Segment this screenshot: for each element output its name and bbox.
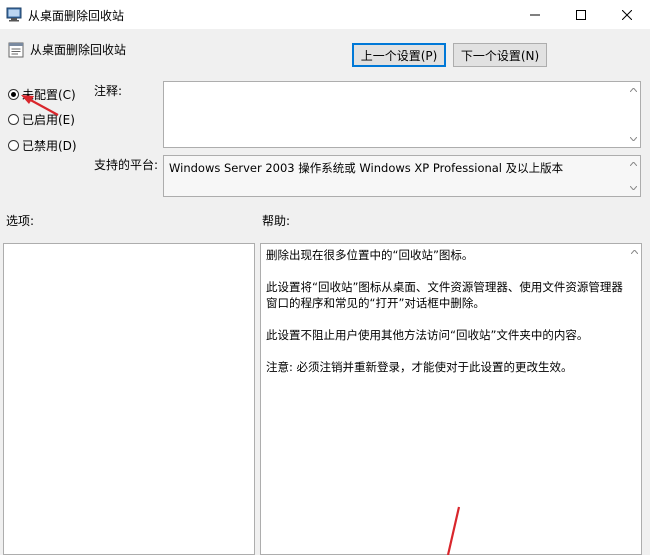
close-button[interactable] <box>604 0 650 29</box>
comment-label: 注释: <box>94 84 123 98</box>
scroll-up-icon[interactable] <box>627 245 641 259</box>
minimize-icon <box>530 14 540 15</box>
app-icon <box>6 7 22 22</box>
help-scrollbar[interactable] <box>627 244 641 554</box>
scroll-up-icon[interactable] <box>626 83 640 97</box>
options-label: 选项: <box>6 214 35 228</box>
title-bar: 从桌面删除回收站 <box>0 0 650 29</box>
scroll-down-icon[interactable] <box>626 181 640 195</box>
help-paragraph: 此设置将“回收站”图标从桌面、文件资源管理器、使用文件资源管理器窗口的程序和常见… <box>266 280 623 310</box>
help-paragraph: 此设置不阻止用户使用其他方法访问“回收站”文件夹中的内容。 <box>266 328 589 342</box>
policy-icon <box>8 42 24 58</box>
next-setting-button[interactable]: 下一个设置(N) <box>453 43 547 67</box>
help-paragraph: 删除出现在很多位置中的“回收站”图标。 <box>266 248 474 262</box>
previous-setting-button[interactable]: 上一个设置(P) <box>352 43 446 67</box>
options-pane <box>3 243 255 555</box>
radio-enabled[interactable]: 已启用(E) <box>8 111 75 128</box>
close-icon <box>622 9 632 20</box>
setting-title: 从桌面删除回收站 <box>30 43 127 57</box>
platform-value: Windows Server 2003 操作系统或 Windows XP Pro… <box>169 161 564 175</box>
radio-circle[interactable] <box>8 114 19 125</box>
comment-scrollbar[interactable] <box>626 82 640 147</box>
help-pane: 删除出现在很多位置中的“回收站”图标。 此设置将“回收站”图标从桌面、文件资源管… <box>260 243 642 555</box>
radio-not-configured[interactable]: 未配置(C) <box>8 86 76 103</box>
platform-field: Windows Server 2003 操作系统或 Windows XP Pro… <box>163 155 641 197</box>
radio-selected-dot <box>11 92 16 97</box>
window-title: 从桌面删除回收站 <box>28 9 125 23</box>
radio-disabled[interactable]: 已禁用(D) <box>8 137 77 154</box>
radio-label: 未配置(C) <box>22 88 76 102</box>
radio-circle[interactable] <box>8 140 19 151</box>
platform-scrollbar[interactable] <box>626 156 640 196</box>
maximize-button[interactable] <box>558 0 604 29</box>
platform-label: 支持的平台: <box>94 158 159 172</box>
radio-label: 已禁用(D) <box>22 139 77 153</box>
radio-label: 已启用(E) <box>22 113 75 127</box>
comment-textarea[interactable] <box>163 81 641 148</box>
scroll-down-icon[interactable] <box>626 132 640 146</box>
scroll-up-icon[interactable] <box>626 157 640 171</box>
help-label: 帮助: <box>262 214 291 228</box>
minimize-button[interactable] <box>512 0 558 29</box>
maximize-icon <box>576 9 586 20</box>
help-text: 删除出现在很多位置中的“回收站”图标。 此设置将“回收站”图标从桌面、文件资源管… <box>266 247 623 391</box>
radio-circle[interactable] <box>8 89 19 100</box>
help-paragraph: 注意: 必须注销并重新登录，才能使对于此设置的更改生效。 <box>266 360 573 374</box>
